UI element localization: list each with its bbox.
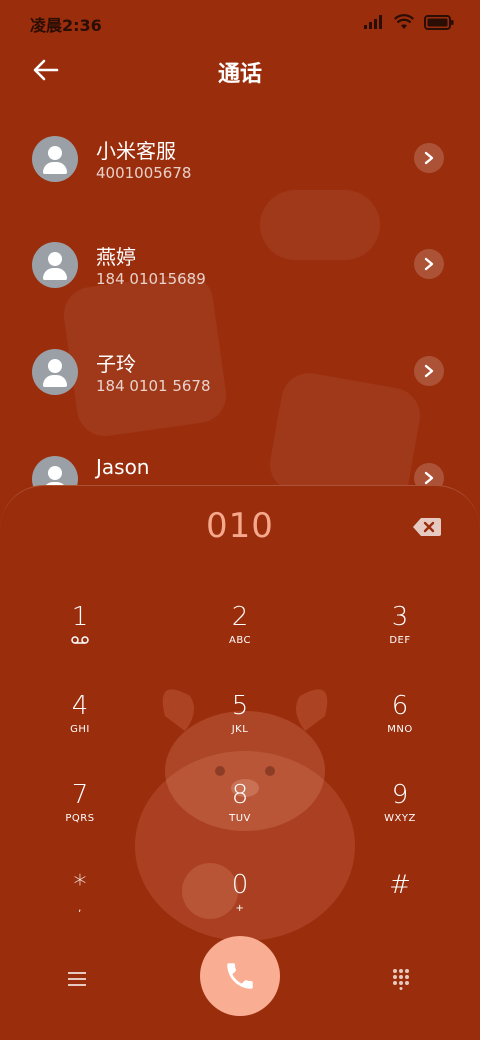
key-letters: , (78, 903, 82, 914)
contact-detail-button[interactable] (414, 249, 444, 279)
dial-key-6[interactable]: 6 MNO (340, 690, 460, 760)
key-letters: DEF (389, 635, 411, 646)
avatar (32, 136, 78, 182)
key-digit: 6 (391, 691, 409, 721)
key-letters: MNO (387, 724, 413, 735)
chevron-right-icon (424, 257, 434, 271)
dial-key-0[interactable]: 0 + (180, 869, 300, 939)
key-letters: WXYZ (384, 813, 416, 824)
key-digit: 4 (71, 691, 89, 721)
contact-name: 子玲 (96, 352, 136, 376)
contact-detail-button[interactable] (414, 356, 444, 386)
dial-key-star[interactable]: * , (20, 869, 140, 939)
dial-key-2[interactable]: 2 ABC (180, 601, 300, 671)
key-digit: 8 (231, 780, 249, 810)
contact-number: 184 0101 5678 (96, 377, 211, 395)
key-digit: 2 (231, 602, 249, 632)
dial-key-1[interactable]: 1 (20, 601, 140, 671)
call-button[interactable] (200, 936, 280, 1016)
dial-key-3[interactable]: 3 DEF (340, 601, 460, 671)
signal-icon (364, 15, 382, 29)
key-letters: TUV (229, 813, 251, 824)
menu-button[interactable] (62, 964, 92, 994)
dial-key-7[interactable]: 7 PQRS (20, 779, 140, 849)
dial-key-5[interactable]: 5 JKL (180, 690, 300, 760)
contact-number: 184 01015689 (96, 270, 206, 288)
key-digit: 3 (391, 602, 409, 632)
chevron-right-icon (424, 364, 434, 378)
contact-detail-button[interactable] (414, 143, 444, 173)
key-letters: JKL (231, 724, 249, 735)
dial-key-8[interactable]: 8 TUV (180, 779, 300, 849)
avatar (32, 349, 78, 395)
key-letters (340, 903, 460, 917)
battery-icon (424, 14, 454, 30)
dialer-panel: 010 1 2 ABC 3 DEF 4 GHI 5 JKL 6 MNO 7 PQ… (0, 485, 480, 1040)
chevron-right-icon (424, 151, 434, 165)
contact-number: 4001005678 (96, 164, 192, 182)
contact-row[interactable]: 小米客服 4001005678 (0, 128, 480, 218)
key-digit: # (389, 870, 411, 900)
contact-name: Jason (96, 455, 150, 479)
contact-name: 燕婷 (96, 245, 136, 269)
dialer-bottom-bar (0, 936, 480, 1026)
key-digit: 7 (71, 780, 89, 810)
dial-key-hash[interactable]: # (340, 869, 460, 939)
header: 通话 (0, 44, 480, 96)
dial-key-4[interactable]: 4 GHI (20, 690, 140, 760)
key-letters: ABC (228, 635, 251, 646)
dial-key-9[interactable]: 9 WXYZ (340, 779, 460, 849)
contact-name: 小米客服 (96, 139, 176, 163)
phone-icon (227, 963, 253, 989)
menu-icon (68, 972, 86, 986)
key-digit: 1 (71, 602, 89, 632)
key-letters: PQRS (65, 813, 95, 824)
chevron-right-icon (424, 471, 434, 485)
dialpad-toggle-button[interactable] (386, 964, 416, 994)
status-icons (364, 14, 454, 30)
status-time: 凌晨2:36 (30, 16, 102, 35)
avatar (32, 242, 78, 288)
key-digit: 0 (231, 870, 249, 900)
key-digit: 9 (391, 780, 409, 810)
dialpad-icon (393, 969, 409, 990)
voicemail-icon (20, 635, 140, 649)
wifi-icon (394, 14, 414, 29)
contact-row[interactable]: 燕婷 184 01015689 (0, 234, 480, 324)
status-bar: 凌晨2:36 (0, 0, 480, 44)
contact-row[interactable]: 子玲 184 0101 5678 (0, 341, 480, 431)
page-title: 通话 (217, 62, 262, 87)
key-digit: 5 (231, 691, 249, 721)
key-letters: GHI (70, 724, 90, 735)
key-digit: * (73, 870, 87, 900)
backspace-icon[interactable] (412, 516, 442, 538)
dial-input[interactable]: 010 (0, 506, 480, 546)
key-letters: + (235, 903, 245, 914)
